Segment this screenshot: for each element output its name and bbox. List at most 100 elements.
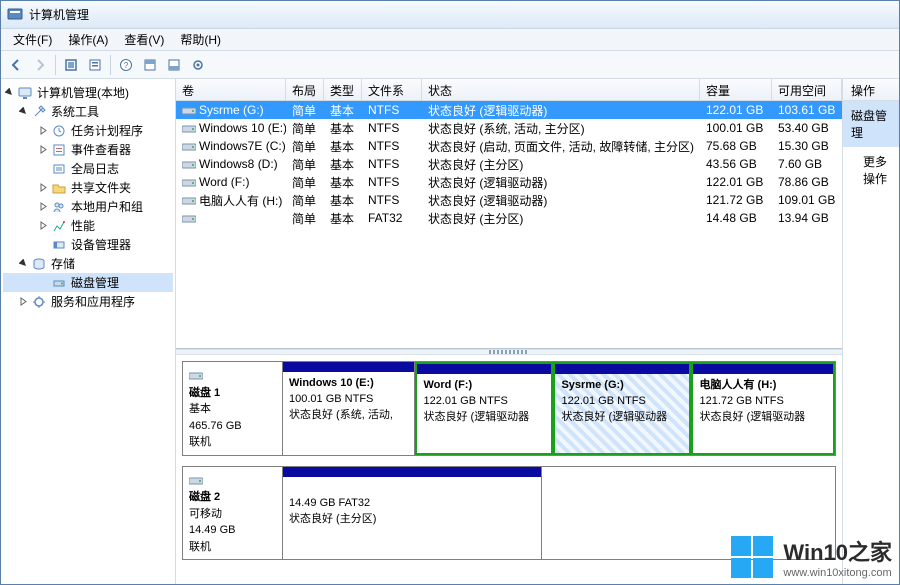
- tree-perf[interactable]: 性能: [3, 216, 173, 235]
- col-status[interactable]: 状态: [422, 79, 700, 100]
- col-fs[interactable]: 文件系统: [362, 79, 422, 100]
- clock-icon: [51, 123, 67, 139]
- collapse-icon[interactable]: [3, 87, 15, 99]
- tree-label: 本地用户和组: [71, 198, 143, 215]
- tree-eventvwr[interactable]: 事件查看器: [3, 140, 173, 159]
- partition[interactable]: 电脑人人有 (H:)121.72 GB NTFS状态良好 (逻辑驱动器: [691, 362, 835, 455]
- tree-diskmgmt[interactable]: 磁盘管理: [3, 273, 173, 292]
- folder-icon: [51, 180, 67, 196]
- expand-icon[interactable]: [37, 220, 49, 232]
- volume-icon: [182, 160, 196, 170]
- titlebar: 计算机管理: [1, 1, 899, 29]
- perf-icon: [51, 218, 67, 234]
- volume-row[interactable]: Sysrme (G:)简单基本NTFS状态良好 (逻辑驱动器)122.01 GB…: [176, 101, 842, 119]
- volume-list-body: Sysrme (G:)简单基本NTFS状态良好 (逻辑驱动器)122.01 GB…: [176, 101, 842, 348]
- expand-icon[interactable]: [37, 182, 49, 194]
- col-capacity[interactable]: 容量: [700, 79, 772, 100]
- app-icon: [7, 7, 23, 23]
- menu-action[interactable]: 操作(A): [60, 29, 116, 50]
- tree-label: 系统工具: [51, 103, 99, 120]
- svg-text:?: ?: [124, 61, 129, 70]
- forward-button[interactable]: [29, 54, 51, 76]
- actions-pane: 操作 磁盘管理 更多操作: [843, 79, 899, 584]
- disk-graph-pane: 磁盘 1基本465.76 GB联机Windows 10 (E:)100.01 G…: [176, 355, 842, 584]
- collapse-icon[interactable]: [17, 106, 29, 118]
- volume-list-header: 卷 布局 类型 文件系统 状态 容量 可用空间: [176, 79, 842, 101]
- tree-localusers[interactable]: 本地用户和组: [3, 197, 173, 216]
- menu-file[interactable]: 文件(F): [5, 29, 60, 50]
- menubar: 文件(F) 操作(A) 查看(V) 帮助(H): [1, 29, 899, 51]
- volume-icon: [182, 124, 196, 134]
- separator: [55, 55, 56, 75]
- log-icon: [51, 161, 67, 177]
- disk-info[interactable]: 磁盘 1基本465.76 GB联机: [182, 361, 282, 456]
- tree-root[interactable]: 计算机管理(本地): [3, 83, 173, 102]
- partition[interactable]: Sysrme (G:)122.01 GB NTFS状态良好 (逻辑驱动器: [553, 362, 691, 455]
- col-volume[interactable]: 卷: [176, 79, 286, 100]
- volume-icon: [182, 214, 196, 224]
- computer-icon: [17, 85, 33, 101]
- device-icon: [51, 237, 67, 253]
- volume-row[interactable]: Windows 10 (E:)简单基本NTFS状态良好 (系统, 活动, 主分区…: [176, 119, 842, 137]
- help-button[interactable]: ?: [115, 54, 137, 76]
- volume-icon: [182, 178, 196, 188]
- nav-tree: 计算机管理(本地) 系统工具 任务计划程序 事件查看器 全局日志 共享文件夹 本…: [1, 79, 176, 584]
- tree-label: 任务计划程序: [71, 122, 143, 139]
- volume-row[interactable]: 电脑人人有 (H:)简单基本NTFS状态良好 (逻辑驱动器)121.72 GB1…: [176, 191, 842, 209]
- back-button[interactable]: [5, 54, 27, 76]
- services-icon: [31, 294, 47, 310]
- col-layout[interactable]: 布局: [286, 79, 324, 100]
- view-top-button[interactable]: [139, 54, 161, 76]
- toolbar: ?: [1, 51, 899, 79]
- disk-icon: [51, 275, 67, 291]
- volume-row[interactable]: Windows8 (D:)简单基本NTFS状态良好 (主分区)43.56 GB7…: [176, 155, 842, 173]
- tree-label: 服务和应用程序: [51, 293, 135, 310]
- tree-storage[interactable]: 存储: [3, 254, 173, 273]
- actions-more[interactable]: 更多操作: [843, 147, 899, 193]
- volume-icon: [182, 196, 196, 206]
- refresh-button[interactable]: [60, 54, 82, 76]
- expand-icon[interactable]: [17, 296, 29, 308]
- partition[interactable]: Windows 10 (E:)100.01 GB NTFS状态良好 (系统, 活…: [283, 362, 415, 455]
- partition[interactable]: 14.49 GB FAT32状态良好 (主分区): [283, 467, 542, 560]
- expand-icon[interactable]: [37, 125, 49, 137]
- volume-icon: [182, 106, 196, 116]
- volume-row[interactable]: Windows7E (C:)简单基本NTFS状态良好 (启动, 页面文件, 活动…: [176, 137, 842, 155]
- volume-row[interactable]: 简单基本FAT32状态良好 (主分区)14.48 GB13.94 GB: [176, 209, 842, 227]
- tree-shared[interactable]: 共享文件夹: [3, 178, 173, 197]
- tree-globallog[interactable]: 全局日志: [3, 159, 173, 178]
- disk-icon: [189, 476, 203, 486]
- tree-tasksched[interactable]: 任务计划程序: [3, 121, 173, 140]
- collapse-icon[interactable]: [17, 258, 29, 270]
- settings-button[interactable]: [187, 54, 209, 76]
- tree-label: 共享文件夹: [71, 179, 131, 196]
- actions-diskmgmt[interactable]: 磁盘管理: [843, 101, 899, 147]
- tools-icon: [31, 104, 47, 120]
- menu-view[interactable]: 查看(V): [116, 29, 172, 50]
- partition-strip: Windows 10 (E:)100.01 GB NTFS状态良好 (系统, 活…: [282, 361, 836, 456]
- col-free[interactable]: 可用空间: [772, 79, 842, 100]
- event-icon: [51, 142, 67, 158]
- separator: [110, 55, 111, 75]
- tree-services[interactable]: 服务和应用程序: [3, 292, 173, 311]
- col-type[interactable]: 类型: [324, 79, 362, 100]
- view-bottom-button[interactable]: [163, 54, 185, 76]
- tree-label: 设备管理器: [71, 236, 131, 253]
- menu-help[interactable]: 帮助(H): [172, 29, 229, 50]
- partition-strip: 14.49 GB FAT32状态良好 (主分区): [282, 466, 836, 561]
- expand-icon[interactable]: [37, 201, 49, 213]
- tree-label: 磁盘管理: [71, 274, 119, 291]
- disk-block: 磁盘 2可移动14.49 GB联机14.49 GB FAT32状态良好 (主分区…: [182, 466, 836, 561]
- disk-info[interactable]: 磁盘 2可移动14.49 GB联机: [182, 466, 282, 561]
- users-icon: [51, 199, 67, 215]
- expand-icon[interactable]: [37, 144, 49, 156]
- volume-icon: [182, 142, 196, 152]
- tree-label: 全局日志: [71, 160, 119, 177]
- volume-row[interactable]: Word (F:)简单基本NTFS状态良好 (逻辑驱动器)122.01 GB78…: [176, 173, 842, 191]
- storage-icon: [31, 256, 47, 272]
- partition[interactable]: Word (F:)122.01 GB NTFS状态良好 (逻辑驱动器: [415, 362, 553, 455]
- tree-devmgr[interactable]: 设备管理器: [3, 235, 173, 254]
- tree-label: 事件查看器: [71, 141, 131, 158]
- properties-button[interactable]: [84, 54, 106, 76]
- tree-systools[interactable]: 系统工具: [3, 102, 173, 121]
